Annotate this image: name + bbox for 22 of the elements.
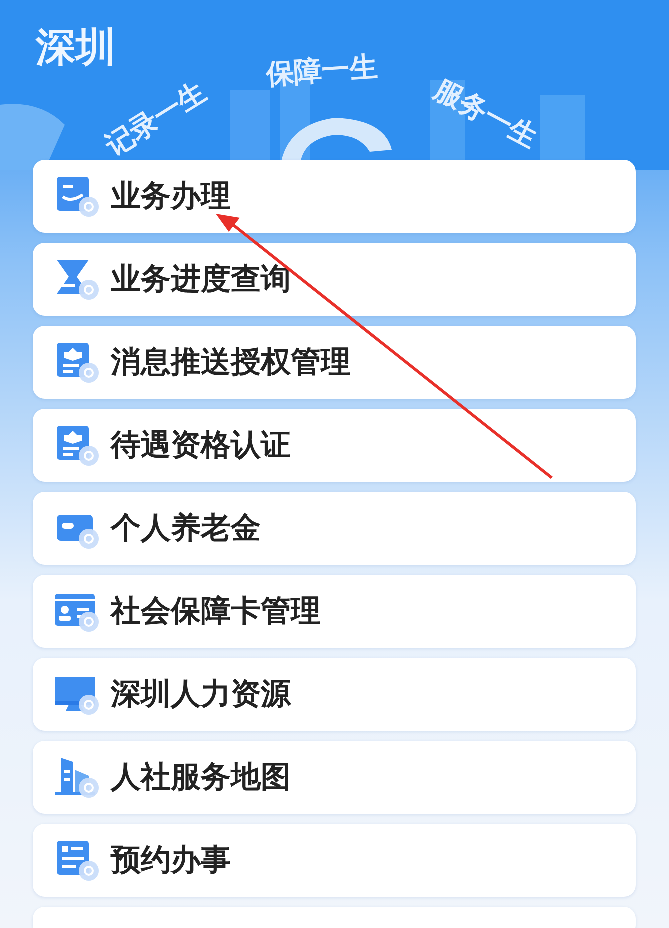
- menu-label: 消息推送授权管理: [111, 344, 351, 382]
- slogan-text: 保障一生: [264, 49, 380, 93]
- menu-label: 业务进度查询: [111, 261, 291, 299]
- menu-item[interactable]: 预约办事: [33, 824, 636, 897]
- menu-label: 业务办理: [111, 178, 231, 216]
- menu-label: 人社服务地图: [111, 759, 291, 797]
- menu-item[interactable]: 个人养老金: [33, 492, 636, 565]
- menu-item[interactable]: 深圳人力资源: [33, 658, 636, 731]
- menu-label: 个人养老金: [111, 510, 261, 548]
- menu-item[interactable]: 消息推送授权管理: [33, 326, 636, 399]
- menu-label: 待遇资格认证: [111, 427, 291, 465]
- menu-label: 社会保障卡管理: [111, 593, 321, 631]
- menu-label: 深圳人力资源: [111, 676, 291, 714]
- building-icon: [53, 756, 101, 800]
- city-title: 深圳: [36, 24, 116, 73]
- menu-item[interactable]: 业务进度查询: [33, 243, 636, 316]
- menu-item[interactable]: 社会保障卡管理: [33, 575, 636, 648]
- menu-item[interactable]: 业务办理: [33, 160, 636, 233]
- menu-item[interactable]: 待遇资格认证: [33, 409, 636, 482]
- slogan-text: 服务一生: [428, 72, 544, 156]
- menu-item[interactable]: 人社服务地图: [33, 741, 636, 814]
- menu-label: 预约办事: [111, 842, 231, 880]
